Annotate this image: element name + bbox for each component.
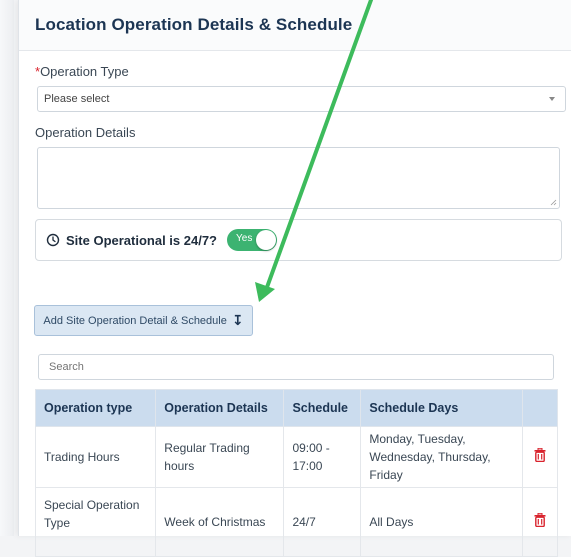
panel-header: Location Operation Details & Schedule — [19, 0, 571, 51]
arrow-down-to-line-icon: ↧ — [231, 312, 244, 328]
toggle-yes-text: Yes — [236, 233, 253, 244]
operation-details-label: Operation Details — [35, 125, 136, 140]
column-header-schedule[interactable]: Schedule — [283, 389, 362, 427]
table-row: Trading Hours Regular Trading hours 09:0… — [34, 426, 558, 488]
add-button-label: Add Site Operation Detail & Schedule — [43, 314, 227, 327]
cell-schedule-days: Monday, Tuesday, Wednesday, Thursday, Fr… — [360, 426, 524, 488]
site-operational-box: Site Operational is 24/7? Yes — [35, 219, 562, 261]
cell-operation-details: Regular Trading hours — [155, 426, 285, 488]
operation-type-label: *Operation Type — [35, 64, 129, 79]
cell-schedule: 24/7 — [283, 487, 362, 557]
cell-operation-details: Week of Christmas — [155, 487, 285, 557]
table-header-row: Operation type Operation Details Schedul… — [34, 389, 558, 427]
column-header-schedule-days[interactable]: Schedule Days — [360, 389, 524, 427]
column-header-operation-details[interactable]: Operation Details — [155, 389, 285, 427]
cell-operation-type: Special Operation Type — [34, 487, 157, 557]
site-operational-toggle[interactable]: Yes — [227, 229, 277, 251]
panel-title: Location Operation Details & Schedule — [35, 15, 353, 34]
cell-actions — [522, 487, 558, 557]
toggle-knob — [256, 230, 276, 250]
operation-details-textarea[interactable] — [37, 147, 560, 209]
operation-schedule-table: Operation type Operation Details Schedul… — [34, 389, 558, 557]
add-operation-detail-button[interactable]: Add Site Operation Detail & Schedule ↧ — [34, 305, 253, 336]
operation-type-label-text: Operation Type — [40, 64, 129, 79]
clock-icon — [46, 233, 60, 247]
search-input[interactable] — [38, 354, 554, 380]
cell-operation-type: Trading Hours — [34, 426, 157, 488]
background-edge — [0, 0, 14, 536]
column-header-operation-type[interactable]: Operation type — [34, 389, 157, 427]
chevron-down-icon — [549, 97, 555, 101]
cell-actions — [522, 426, 558, 488]
cell-schedule: 09:00 - 17:00 — [283, 426, 362, 488]
column-header-actions — [522, 389, 558, 427]
cell-schedule-days: All Days — [360, 487, 524, 557]
trash-icon[interactable] — [534, 447, 546, 462]
resize-handle-icon[interactable] — [550, 199, 557, 206]
site-operational-label: Site Operational is 24/7? — [66, 232, 217, 248]
table-row: Special Operation Type Week of Christmas… — [34, 487, 558, 557]
operation-details-panel: Location Operation Details & Schedule *O… — [18, 0, 571, 557]
operation-type-selected: Please select — [44, 93, 110, 105]
operation-type-select[interactable]: Please select — [37, 86, 566, 112]
trash-icon[interactable] — [534, 512, 546, 527]
